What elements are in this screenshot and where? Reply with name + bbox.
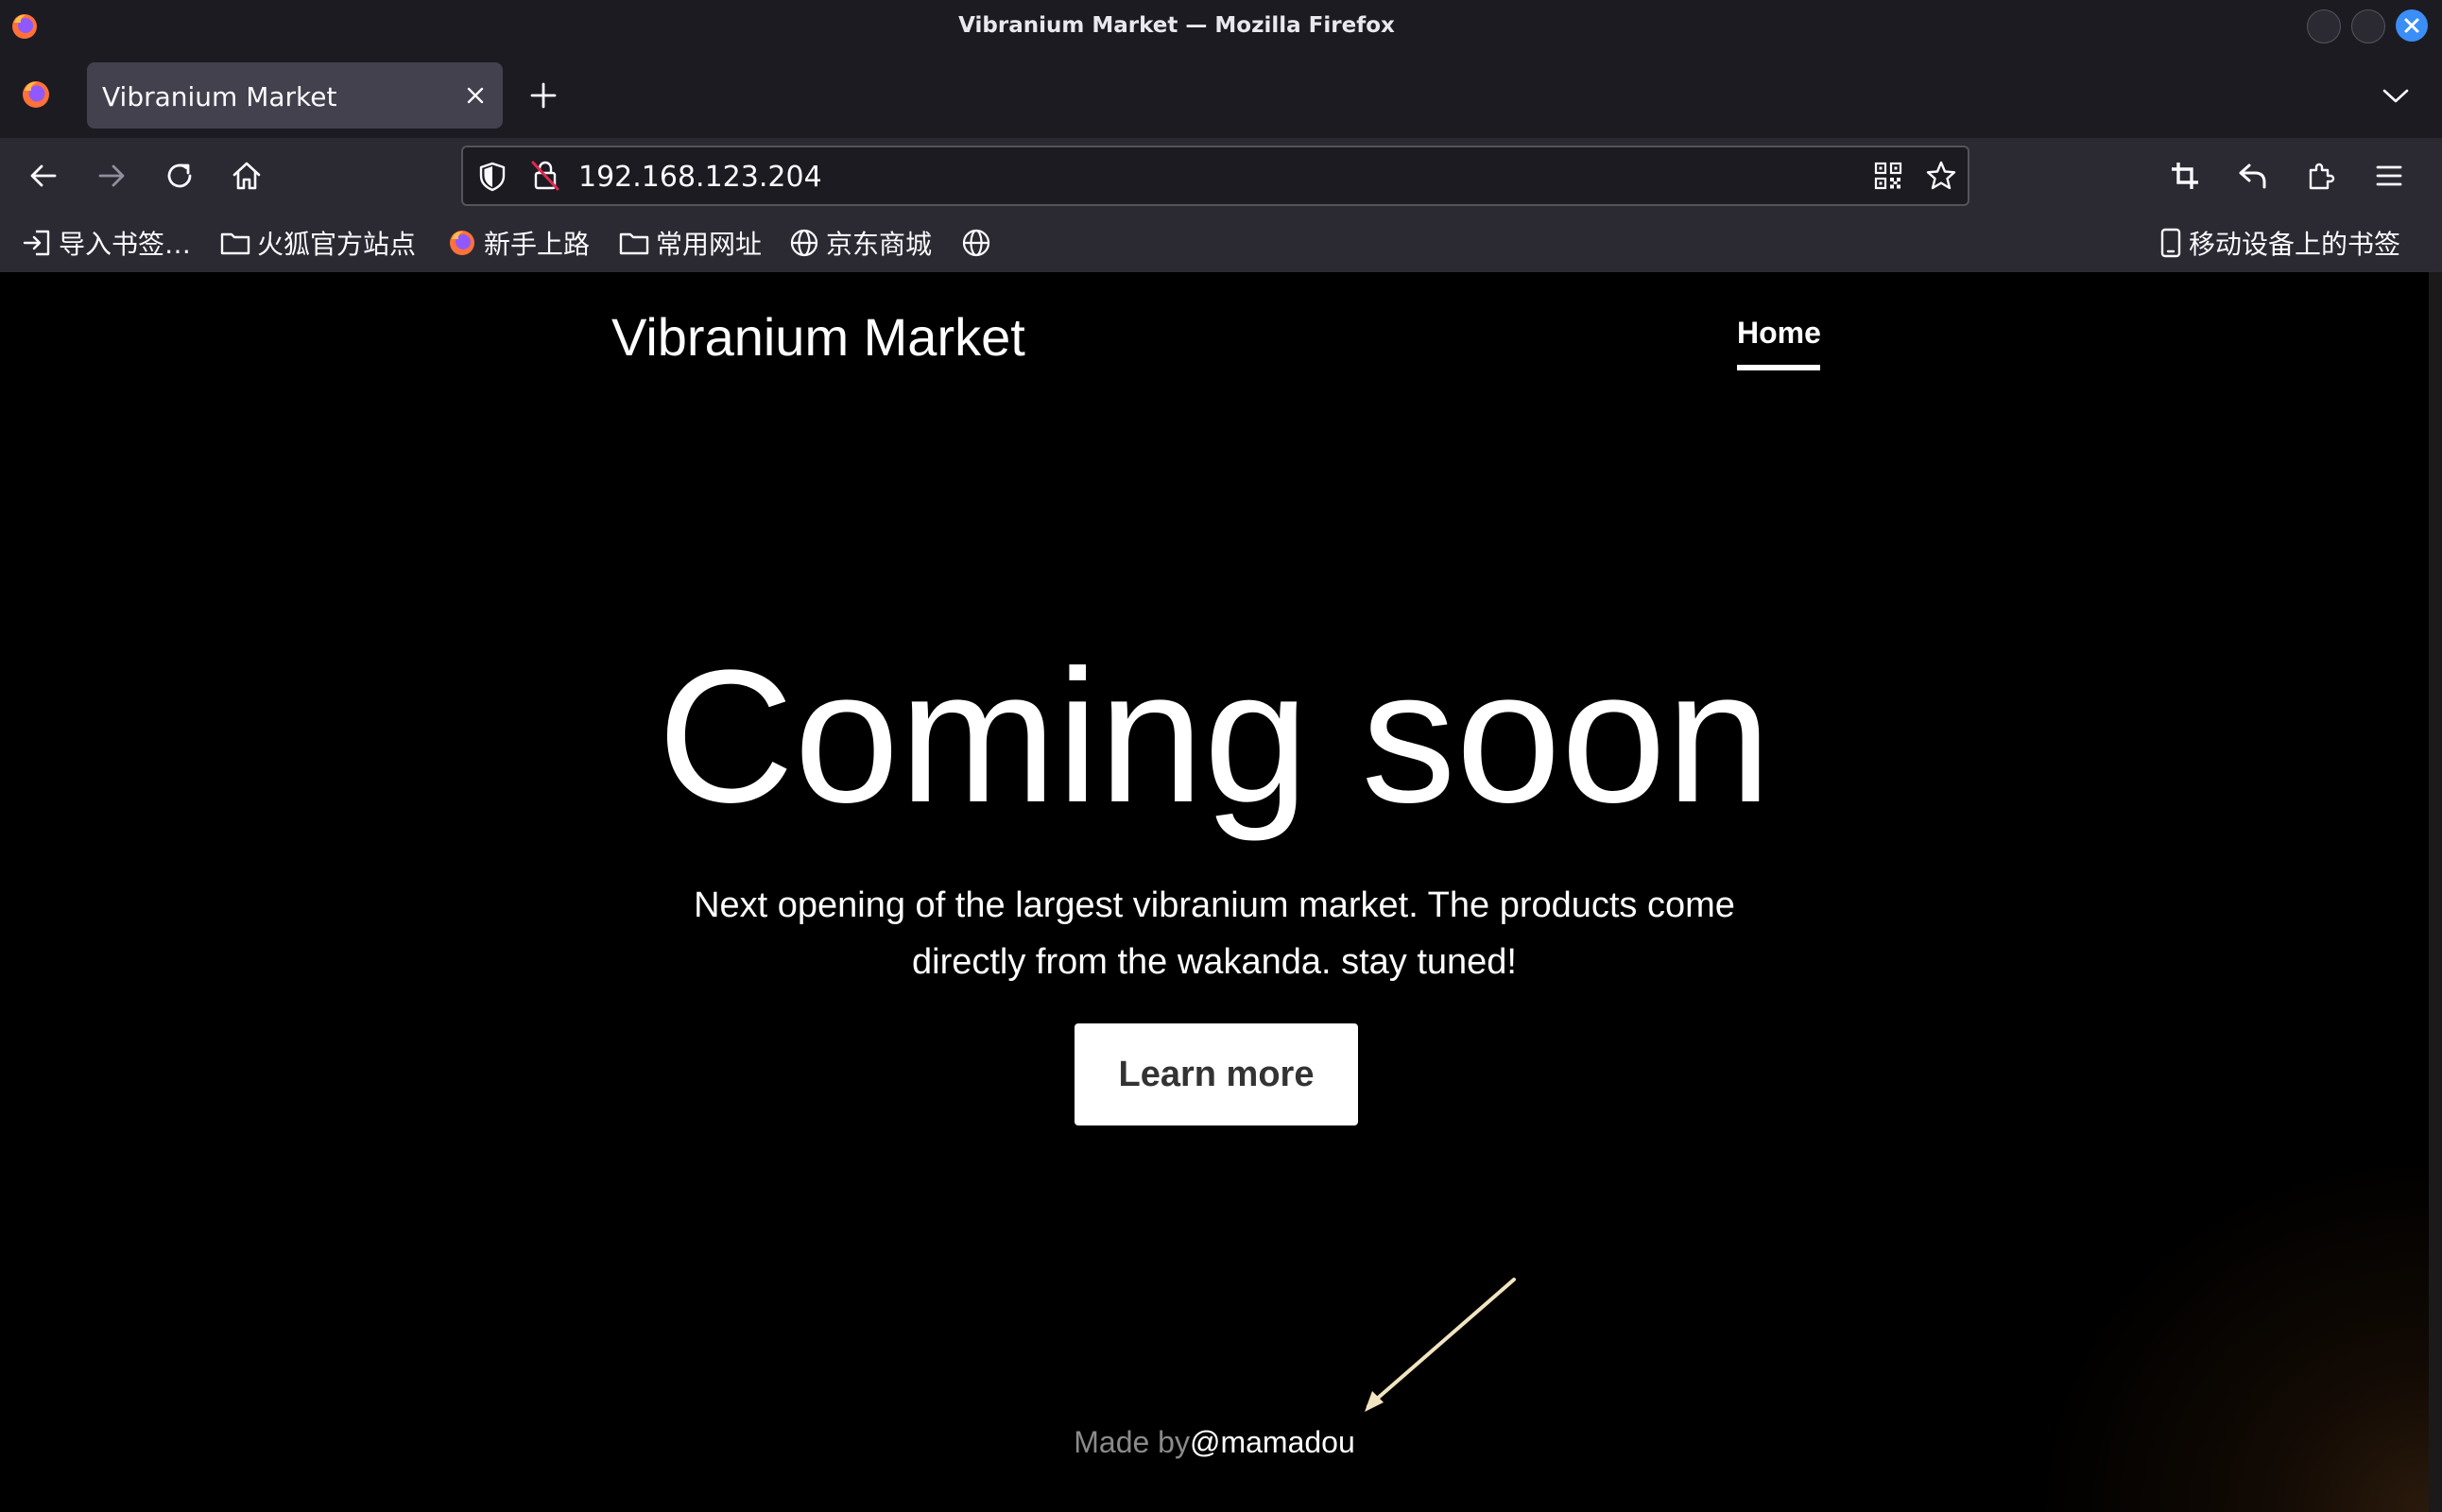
hero-title: Coming soon — [657, 631, 1772, 842]
tracking-protection-shield-icon[interactable] — [476, 161, 508, 193]
navigation-toolbar: 192.168.123.204 — [0, 138, 2442, 214]
maximize-button[interactable] — [2351, 9, 2385, 43]
bookmark-label: 京东商城 — [826, 229, 933, 260]
site-brand[interactable]: Vibranium Market — [611, 306, 1025, 368]
annotation-arrow-icon — [1365, 1278, 1516, 1412]
undo-arrow-icon[interactable] — [2236, 159, 2270, 193]
footer-author-link[interactable]: @mamadou — [1190, 1425, 1355, 1459]
bookmark-label: 新手上路 — [484, 229, 591, 260]
qr-code-icon[interactable] — [1873, 161, 1903, 191]
chevron-down-icon[interactable] — [2380, 83, 2412, 108]
tab-title: Vibranium Market — [102, 81, 337, 112]
forward-arrow-icon[interactable] — [95, 159, 129, 193]
globe-icon — [790, 229, 818, 257]
tab-close-icon[interactable] — [463, 83, 488, 108]
bookmark-label: 移动设备上的书签 — [2189, 229, 2401, 260]
folder-icon — [220, 232, 250, 255]
page-content: Vibranium Market Home Coming soon Next o… — [0, 272, 2429, 1512]
learn-more-button[interactable]: Learn more — [1075, 1023, 1358, 1125]
back-arrow-icon[interactable] — [26, 159, 60, 193]
nav-home-link[interactable]: Home — [1737, 316, 1821, 351]
hamburger-menu-icon[interactable] — [2372, 159, 2406, 193]
globe-icon — [962, 229, 990, 257]
reload-icon[interactable] — [163, 159, 197, 193]
import-icon — [23, 230, 50, 256]
insecure-lock-icon[interactable] — [529, 159, 561, 193]
bookmark-globe[interactable] — [960, 225, 998, 261]
bookmark-folder-common-sites[interactable]: 常用网址 — [618, 225, 762, 261]
url-bar[interactable]: 192.168.123.204 — [461, 146, 1969, 206]
bookmark-label: 火狐官方站点 — [257, 229, 417, 260]
tab-active[interactable]: Vibranium Market — [87, 62, 503, 129]
extensions-puzzle-icon[interactable] — [2304, 159, 2338, 193]
hero-description: Next opening of the largest vibranium ma… — [643, 877, 1786, 990]
bookmark-getting-started[interactable]: 新手上路 — [446, 225, 590, 261]
firefox-icon — [450, 231, 474, 255]
close-icon — [2404, 18, 2419, 33]
new-tab-plus-icon[interactable] — [527, 79, 559, 112]
bookmarks-toolbar: 导入书签… 火狐官方站点 新手上路 常用网址 京东商城 移动设备上的书签 — [0, 214, 2442, 272]
mobile-device-icon — [2160, 228, 2181, 258]
bookmark-label: 导入书签… — [59, 229, 192, 260]
window-title: Vibranium Market — Mozilla Firefox — [958, 13, 1395, 38]
tab-strip: Vibranium Market — [0, 53, 2442, 138]
hero-line-2: directly from the wakanda. stay tuned! — [912, 942, 1517, 982]
mobile-bookmarks[interactable]: 移动设备上的书签 — [2158, 225, 2400, 261]
close-window-button[interactable] — [2396, 9, 2428, 42]
firefox-view-icon[interactable] — [19, 77, 53, 112]
bookmark-star-icon[interactable] — [1924, 159, 1958, 193]
bookmark-folder-firefox-sites[interactable]: 火狐官方站点 — [219, 225, 416, 261]
bookmark-label: 常用网址 — [656, 229, 763, 260]
footer: Made by@mamadou — [0, 1425, 2429, 1460]
minimize-button[interactable] — [2307, 9, 2341, 43]
screenshot-crop-icon[interactable] — [2168, 159, 2202, 193]
hero-line-1: Next opening of the largest vibranium ma… — [694, 885, 1735, 925]
url-text[interactable]: 192.168.123.204 — [578, 161, 822, 194]
bookmark-import[interactable]: 导入书签… — [21, 225, 191, 261]
page-scrollbar[interactable] — [2429, 272, 2442, 1512]
home-icon[interactable] — [230, 159, 264, 193]
window-titlebar: Vibranium Market — Mozilla Firefox — [0, 0, 2442, 53]
nav-active-underline — [1737, 365, 1820, 370]
footer-made-by: Made by — [1074, 1425, 1190, 1459]
folder-icon — [619, 232, 649, 255]
bookmark-jd-mall[interactable]: 京东商城 — [788, 225, 932, 261]
